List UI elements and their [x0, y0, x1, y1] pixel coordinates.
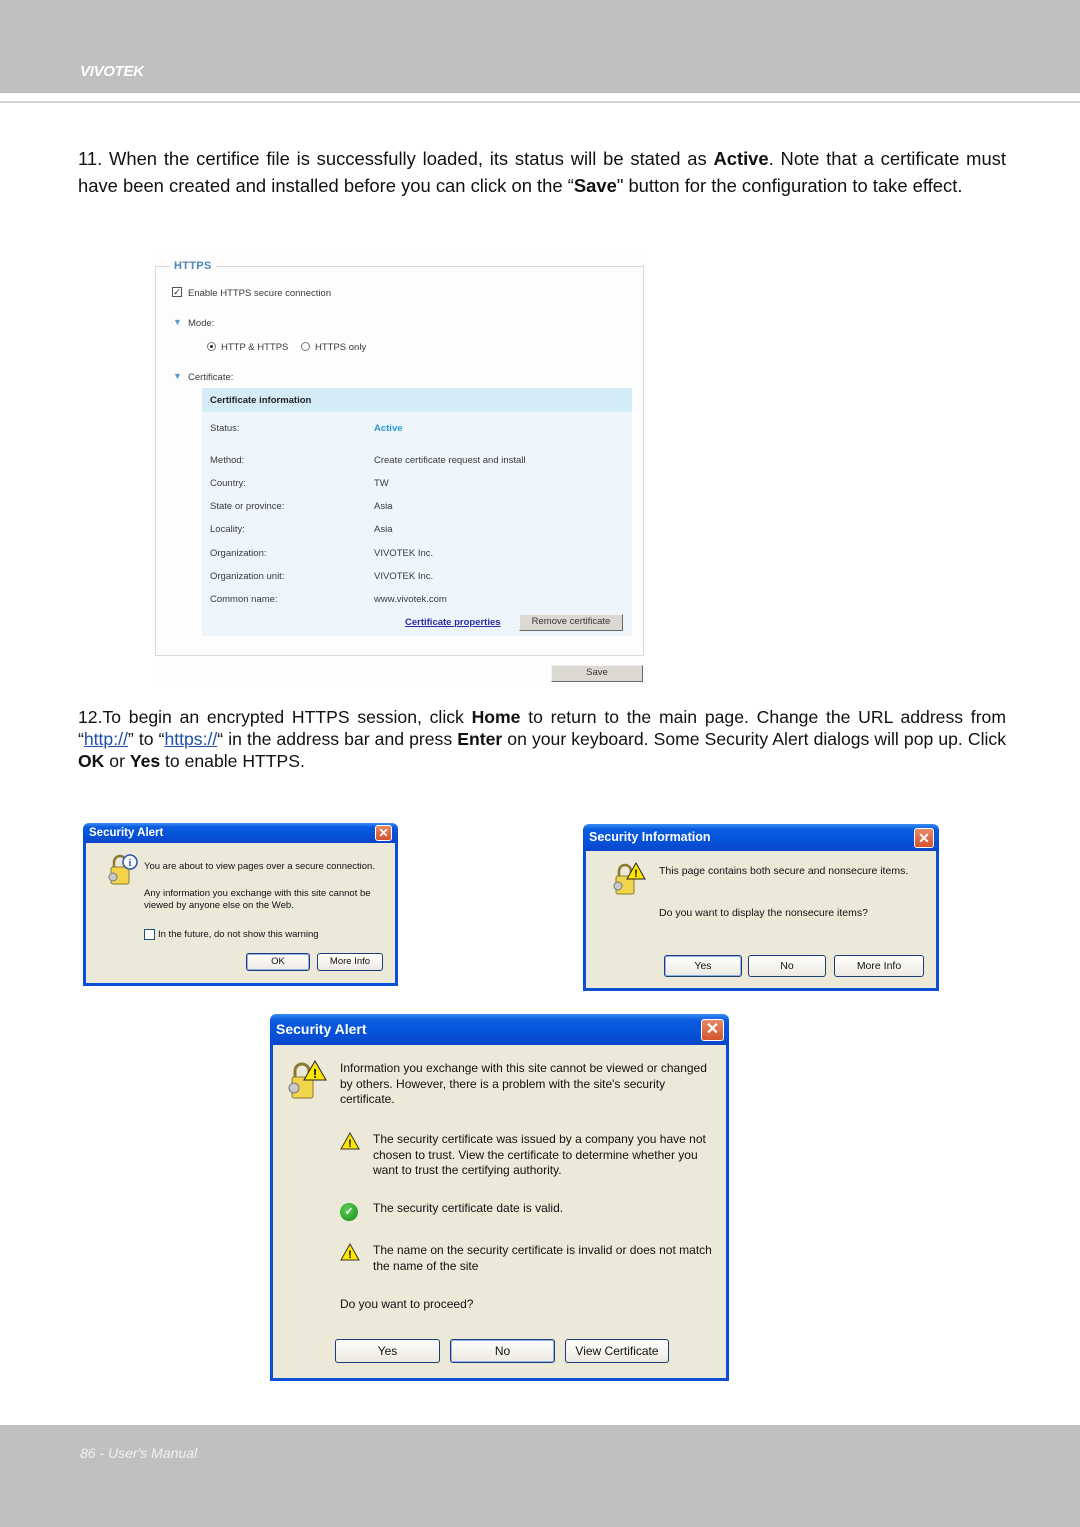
dialog-message: Any information you exchange with this s… — [144, 888, 371, 911]
cert-row-value: TW — [374, 478, 389, 489]
page-header — [0, 0, 1080, 93]
dialog-question: Do you want to proceed? — [340, 1297, 474, 1311]
cert-row-label: Locality: — [210, 524, 245, 535]
step-number: 11. — [78, 148, 103, 169]
certificate-label: Certificate: — [188, 372, 234, 383]
cert-row-label: Common name: — [210, 594, 278, 605]
cert-row-label: Organization: — [210, 548, 267, 559]
cert-row-value: VIVOTEK Inc. — [374, 548, 434, 559]
step-12-paragraph: 12.To begin an encrypted HTTPS session, … — [78, 707, 1007, 771]
save-term: Save — [573, 174, 617, 196]
header-divider — [0, 101, 1080, 103]
yes-button[interactable]: Yes — [664, 955, 742, 977]
security-alert-dialog-2: Security Alert ✕ ! Information you excha… — [270, 1014, 729, 1381]
dialog-intro: Information you exchange with this site … — [340, 1061, 707, 1106]
warning-icon: ! — [340, 1243, 360, 1261]
https-legend: HTTPS — [170, 260, 216, 272]
check-icon: ✓ — [340, 1203, 358, 1221]
dialog-title: Security Information — [589, 830, 711, 844]
view-certificate-button[interactable]: View Certificate — [565, 1339, 669, 1363]
dialog-titlebar: Security Alert ✕ — [270, 1014, 729, 1045]
svg-text:!: ! — [634, 868, 638, 880]
dialog-item-text: The security certificate was issued by a… — [373, 1132, 706, 1177]
do-not-show-checkbox[interactable] — [144, 929, 155, 940]
dialog-item-text: The security certificate date is valid. — [373, 1201, 564, 1215]
cert-row-value: Create certificate request and install — [374, 455, 526, 466]
cert-row-value: www.vivotek.com — [374, 594, 447, 605]
dialog-title: Security Alert — [89, 827, 164, 839]
cert-row-value: Asia — [374, 501, 393, 512]
svg-text:i: i — [129, 858, 132, 869]
brand-logo: VIVOTEK — [80, 63, 144, 80]
mode-option-label: HTTP & HTTPS — [221, 342, 289, 353]
svg-text:!: ! — [348, 1249, 352, 1261]
certificate-info-title: Certificate information — [210, 395, 312, 406]
dialog-titlebar: Security Alert ✕ — [83, 823, 398, 843]
page-footer — [0, 1425, 1080, 1527]
no-button[interactable]: No — [450, 1339, 555, 1363]
cert-row-label: Country: — [210, 478, 246, 489]
active-term: Active — [713, 148, 769, 169]
mode-radio-http-https[interactable] — [207, 342, 216, 351]
dialog-item-text: The name on the security certificate is … — [373, 1243, 712, 1273]
security-alert-dialog-1: Security Alert ✕ i You are about to view… — [83, 823, 398, 986]
chevron-down-icon[interactable]: ▼ — [173, 317, 182, 327]
no-button[interactable]: No — [748, 955, 826, 977]
cert-row-label: Status: — [210, 423, 240, 434]
fieldset-border — [210, 266, 644, 267]
enable-https-checkbox[interactable]: ✓ — [172, 287, 182, 297]
cert-status-value: Active — [374, 423, 403, 434]
cert-row-value: VIVOTEK Inc. — [374, 571, 434, 582]
do-not-show-label: In the future, do not show this warning — [158, 929, 319, 940]
mode-option-label: HTTPS only — [315, 342, 367, 353]
cert-row-value: Asia — [374, 524, 393, 535]
page-number: 86 - User's Manual — [80, 1445, 198, 1461]
cert-row-label: Method: — [210, 455, 245, 466]
dialog-message: Do you want to display the nonsecure ite… — [659, 907, 868, 919]
remove-certificate-button[interactable]: Remove certificate — [519, 614, 623, 631]
yes-button[interactable]: Yes — [335, 1339, 440, 1363]
chevron-down-icon[interactable]: ▼ — [173, 371, 182, 381]
dialog-titlebar: Security Information ✕ — [583, 824, 939, 851]
cert-row-label: Organization unit: — [210, 571, 285, 582]
warning-icon: ! — [340, 1132, 360, 1150]
dialog-message: This page contains both secure and nonse… — [659, 865, 909, 877]
https-link[interactable]: https:// — [164, 729, 217, 749]
lock-info-icon: i — [108, 854, 138, 885]
close-icon[interactable]: ✕ — [914, 828, 934, 848]
dialog-title: Security Alert — [276, 1021, 367, 1037]
more-info-button[interactable]: More Info — [317, 953, 383, 971]
mode-radio-https-only[interactable] — [301, 342, 310, 351]
http-link[interactable]: http:// — [84, 729, 128, 749]
step-11-paragraph: 11. When the certifice file is successfu… — [78, 148, 1006, 196]
save-button[interactable]: Save — [551, 665, 643, 682]
fieldset-border — [155, 266, 170, 267]
svg-text:!: ! — [348, 1138, 352, 1150]
lock-warning-icon: ! — [288, 1060, 327, 1099]
svg-text:!: ! — [313, 1066, 317, 1081]
mode-label: Mode: — [188, 318, 215, 329]
cert-row-label: State or province: — [210, 501, 285, 512]
lock-warning-icon: ! — [613, 861, 646, 895]
enable-https-label: Enable HTTPS secure connection — [188, 288, 332, 299]
dialog-message: You are about to view pages over a secur… — [144, 861, 375, 872]
security-information-dialog: Security Information ✕ ! This page conta… — [583, 824, 939, 991]
more-info-button[interactable]: More Info — [834, 955, 924, 977]
certificate-properties-link[interactable]: Certificate properties — [405, 617, 501, 628]
ok-button[interactable]: OK — [246, 953, 310, 971]
close-icon[interactable]: ✕ — [701, 1019, 724, 1041]
close-icon[interactable]: ✕ — [375, 825, 392, 841]
